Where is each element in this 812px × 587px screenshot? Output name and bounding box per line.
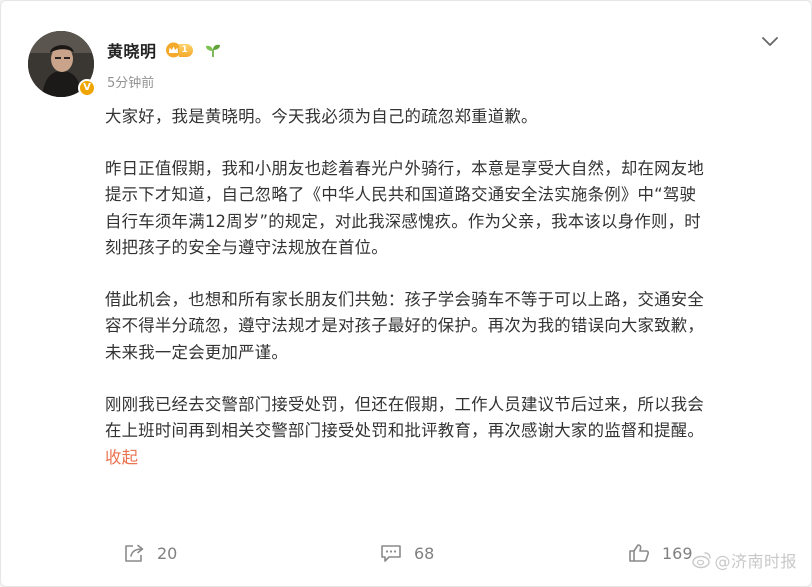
text-line: 未来我一定会更加严谨。 bbox=[105, 342, 289, 362]
chevron-down-icon[interactable] bbox=[761, 35, 779, 49]
author-name[interactable]: 黄晓明 bbox=[107, 38, 157, 62]
thumbs-up-icon bbox=[629, 544, 649, 562]
text-line: 提示下才知道，自己忽略了《中华人民共和国道路交通安全法实施条例》中“驾驶 bbox=[105, 185, 697, 205]
share-button[interactable]: 20 bbox=[123, 543, 177, 563]
vip-level: 1 bbox=[178, 43, 193, 57]
weibo-logo-icon bbox=[692, 552, 712, 569]
watermark: @济南时报 bbox=[692, 548, 797, 572]
text-line: 自行车须年满12周岁”的规定，对此我深感愧疚。作为父亲，我本该以身作则，时 bbox=[105, 211, 701, 231]
author-row: 黄晓明 1 bbox=[107, 38, 221, 62]
share-count: 20 bbox=[157, 543, 178, 563]
weibo-post-card: V 黄晓明 1 5分钟前 大家好，我是黄晓明。今天我必须为自己的疏忽郑重道歉。 … bbox=[0, 0, 812, 587]
share-icon bbox=[125, 544, 144, 562]
text-line: 昨日正值假期，我和小朋友也趁着春光户外骑行，本意是享受大自然，却在网友地 bbox=[105, 158, 705, 178]
text-line: 借此机会，也想和所有家长朋友们共勉：孩子学会骑车不等于可以上路，交通安全 bbox=[105, 290, 705, 310]
text-line: 容不得半分疏忽，遵守法规才是对孩子最好的保护。再次为我的错误向大家致歉， bbox=[105, 316, 705, 336]
text-line: 大家好，我是黄晓明。今天我必须为自己的疏忽郑重道歉。 bbox=[105, 107, 538, 126]
like-button[interactable]: 169 bbox=[628, 543, 693, 563]
vip-badge[interactable]: 1 bbox=[165, 42, 193, 58]
post-actions: 20 68 169 bbox=[1, 539, 811, 575]
collapse-link[interactable]: 收起 bbox=[105, 445, 138, 471]
comment-button[interactable]: 68 bbox=[380, 543, 434, 563]
paragraph-1: 大家好，我是黄晓明。今天我必须为自己的疏忽郑重道歉。 bbox=[105, 104, 795, 130]
text-line: 在上班时间再到相关交警部门接受处罚和批评教育，再次感谢大家的监督和提醒。 bbox=[105, 421, 705, 441]
paragraph-2: 昨日正值假期，我和小朋友也趁着春光户外骑行，本意是享受大自然，却在网友地 提示下… bbox=[105, 156, 795, 262]
paragraph-4: 刚刚我已经去交警部门接受处罚，但还在假期，工作人员建议节后过来，所以我会 在上班… bbox=[105, 392, 795, 471]
paragraph-3: 借此机会，也想和所有家长朋友们共勉：孩子学会骑车不等于可以上路，交通安全 容不得… bbox=[105, 287, 795, 366]
post-text: 大家好，我是黄晓明。今天我必须为自己的疏忽郑重道歉。 昨日正值假期，我和小朋友也… bbox=[105, 104, 795, 471]
comment-count: 68 bbox=[414, 543, 435, 563]
sprout-icon[interactable] bbox=[205, 42, 221, 58]
text-line: 刚刚我已经去交警部门接受处罚，但还在假期，工作人员建议节后过来，所以我会 bbox=[105, 394, 705, 414]
like-count: 169 bbox=[662, 543, 693, 563]
watermark-text: @济南时报 bbox=[714, 552, 797, 571]
comment-icon bbox=[381, 545, 401, 562]
post-timestamp[interactable]: 5分钟前 bbox=[107, 72, 154, 91]
text-line: 刻把孩子的安全与遵守法规放在首位。 bbox=[105, 238, 388, 258]
author-avatar[interactable]: V bbox=[28, 31, 96, 97]
verified-icon: V bbox=[78, 79, 96, 97]
